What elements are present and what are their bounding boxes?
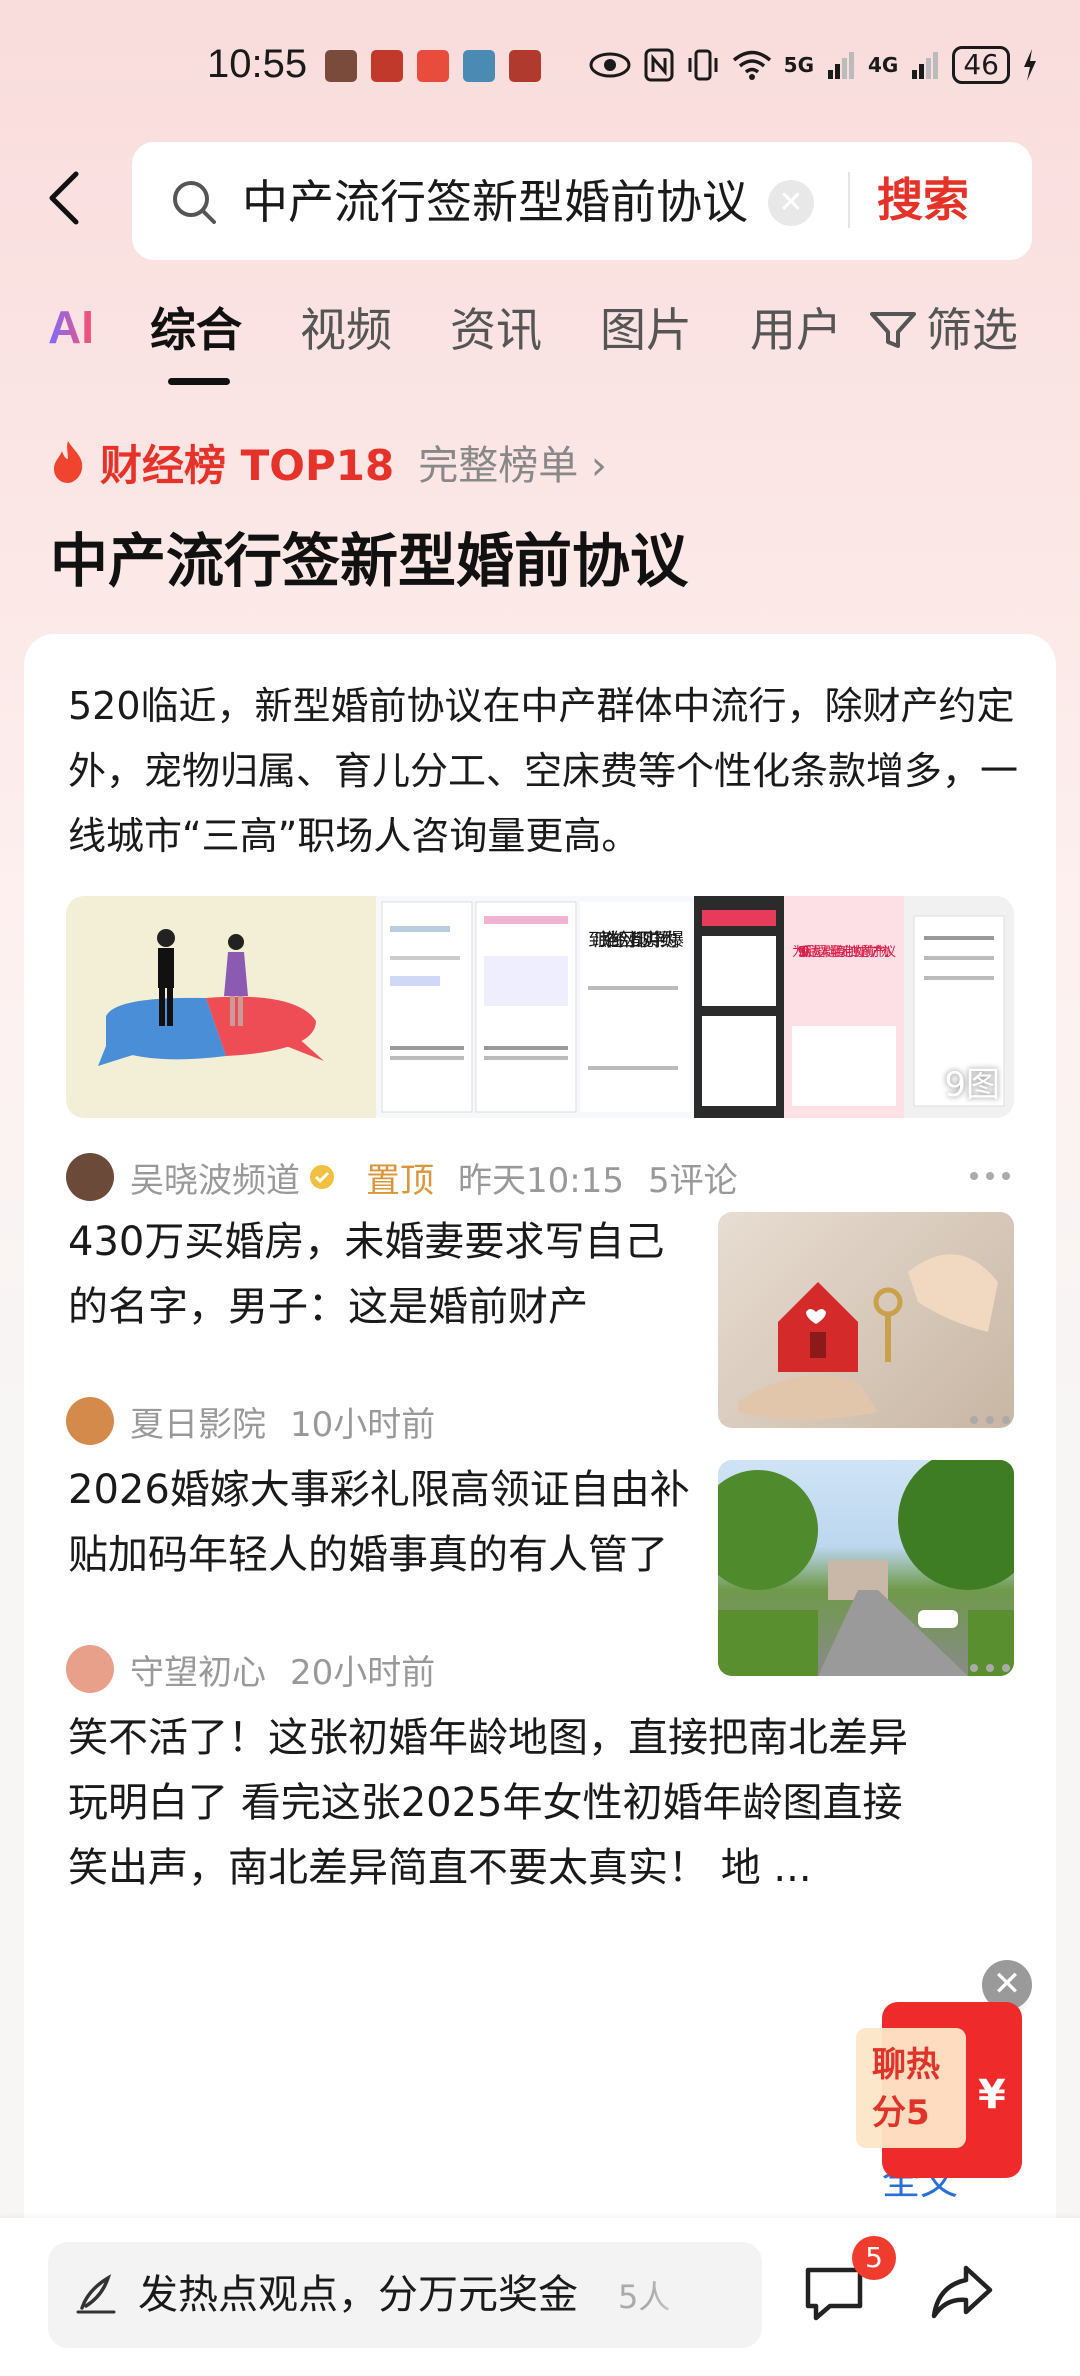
notification-icons bbox=[325, 50, 541, 82]
avatar[interactable] bbox=[66, 1645, 114, 1693]
article-thumbnail-house-img[interactable] bbox=[718, 1212, 1014, 1428]
pinned-badge: 置顶 bbox=[366, 1160, 434, 1201]
article-title[interactable]: 笑不活了！这张初婚年龄地图，直接把南北差异玩明白了 看完这张2025年女性初婚年… bbox=[68, 1706, 918, 1901]
image-gallery[interactable]: 到底谁在给网上都现实中预约爆 为95后/00后适婚人群量身定制的婚前财产协议 9… bbox=[66, 896, 1014, 1118]
red-packet-icon: 聊热 分5 ¥ bbox=[856, 2002, 1022, 2178]
tab-video[interactable]: 视频 bbox=[300, 300, 392, 360]
img3-caption: 为95后/00后适婚人群量身定制的婚前财产协议 bbox=[792, 944, 896, 960]
tab-news[interactable]: 资讯 bbox=[450, 300, 542, 360]
nfc-icon bbox=[644, 48, 674, 82]
red-app-icon-2 bbox=[509, 50, 541, 82]
camera-app-icon bbox=[417, 50, 449, 82]
article-title[interactable]: 430万买婚房，未婚妻要求写自己的名字，男子：这是婚前财产 bbox=[68, 1210, 698, 1340]
ad-symbol: ¥ bbox=[978, 2072, 1006, 2118]
filter-label: 筛选 bbox=[926, 303, 1018, 357]
more-icon[interactable] bbox=[970, 1416, 1010, 1426]
source-name[interactable]: 夏日影院 bbox=[130, 1397, 266, 1446]
tab-users[interactable]: 用户 bbox=[750, 300, 842, 360]
signal-icon bbox=[828, 52, 855, 79]
gallery-image-agreement[interactable]: 为95后/00后适婚人群量身定制的婚前财产协议 9图 bbox=[694, 896, 1014, 1118]
tab-ai[interactable]: AI bbox=[48, 300, 94, 354]
floating-red-packet[interactable]: 聊热 分5 ¥ bbox=[852, 1998, 1027, 2180]
topic-title: 中产流行签新型婚前协议 bbox=[50, 527, 689, 595]
avatar[interactable] bbox=[66, 1397, 114, 1445]
road-illustration bbox=[718, 1460, 1014, 1676]
chat-screenshots-illustration: 到底谁在给网上都现实中预约爆 bbox=[381, 901, 690, 1113]
red-app-icon bbox=[371, 50, 403, 82]
comment-input[interactable]: 发热点观点，分万元奖金 5人 bbox=[48, 2242, 762, 2348]
globe-app-icon bbox=[463, 50, 495, 82]
shield-app-icon bbox=[325, 50, 357, 82]
source-name[interactable]: 吴晓波频道 bbox=[130, 1153, 300, 1202]
eye-icon bbox=[589, 52, 631, 78]
source-name[interactable]: 守望初心 bbox=[130, 1645, 266, 1694]
rank-label: 财经榜 TOP18 bbox=[100, 440, 395, 490]
wifi-icon bbox=[732, 50, 771, 80]
tab-bar: AI 综合 视频 资讯 图片 用户 筛选 bbox=[0, 300, 1080, 390]
filter-icon bbox=[870, 312, 916, 348]
pen-icon bbox=[76, 2274, 116, 2314]
participant-count: 5人 bbox=[618, 2278, 671, 2316]
more-icon[interactable] bbox=[970, 1172, 1010, 1182]
full-list-link[interactable]: 完整榜单 › bbox=[418, 433, 607, 491]
ad-line2: 分5 bbox=[872, 2093, 930, 2133]
vibrate-icon bbox=[688, 49, 718, 81]
fire-icon bbox=[54, 441, 83, 483]
comment-placeholder: 发热点观点，分万元奖金 bbox=[138, 2272, 578, 2318]
article-thumbnail-road[interactable] bbox=[718, 1460, 1014, 1676]
system-icons: 5G 4G 46 bbox=[588, 46, 1038, 84]
article-title[interactable]: 2026婚嫁大事彩礼限高领证自由补贴加码年轻人的婚事真的有人管了 bbox=[68, 1458, 698, 1588]
search-icon bbox=[173, 181, 216, 224]
post-time: 10小时前 bbox=[290, 1404, 436, 1445]
more-icon[interactable] bbox=[970, 1664, 1010, 1674]
article-meta: 吴晓波频道 置顶 昨天10:15 5评论 bbox=[66, 1152, 738, 1202]
house-key-illustration bbox=[738, 1254, 998, 1420]
filter-button[interactable]: 筛选 bbox=[868, 300, 1018, 360]
img2-caption: 到底谁在给网上都现实中预约爆 bbox=[588, 930, 684, 951]
post-time: 20小时前 bbox=[290, 1652, 436, 1693]
status-bar: 10:55 5G 4G 46 bbox=[0, 40, 1080, 100]
charging-icon bbox=[1024, 49, 1036, 81]
network-5g: 5G bbox=[783, 53, 815, 77]
clear-icon[interactable]: ✕ bbox=[768, 180, 814, 226]
search-button[interactable]: 搜索 bbox=[877, 170, 969, 230]
comment-count[interactable]: 5评论 bbox=[648, 1153, 738, 1202]
article-meta: 夏日影院 10小时前 bbox=[66, 1396, 435, 1446]
image-count: 9图 bbox=[944, 1065, 1000, 1105]
bottom-bar: 发热点观点，分万元奖金 5人 5 bbox=[0, 2218, 1080, 2376]
verified-icon bbox=[310, 1165, 334, 1189]
post-time: 昨天10:15 bbox=[458, 1160, 624, 1201]
chevron-left-icon bbox=[49, 171, 79, 225]
rank-header[interactable]: 财经榜 TOP18 完整榜单 › bbox=[48, 432, 607, 492]
battery-indicator: 46 bbox=[952, 46, 1010, 84]
comment-badge: 5 bbox=[852, 2236, 896, 2280]
tab-comprehensive[interactable]: 综合 bbox=[150, 300, 242, 360]
article-summary[interactable]: 520临近，新型婚前协议在中产群体中流行，除财产约定外，宠物归属、育儿分工、空床… bbox=[68, 674, 1018, 869]
article-meta: 守望初心 20小时前 bbox=[66, 1644, 435, 1694]
network-4g: 4G bbox=[868, 53, 899, 77]
avatar[interactable] bbox=[66, 1153, 114, 1201]
tab-underline bbox=[168, 378, 230, 385]
share-icon[interactable] bbox=[928, 2258, 996, 2326]
status-time: 10:55 bbox=[207, 42, 308, 86]
gallery-image-couple[interactable] bbox=[66, 896, 376, 1118]
search-divider bbox=[848, 172, 850, 228]
gallery-image-screenshots[interactable]: 到底谁在给网上都现实中预约爆 bbox=[376, 896, 694, 1118]
search-box[interactable]: 中产流行签新型婚前协议 ✕ 搜索 bbox=[132, 142, 1032, 260]
couple-illustration bbox=[98, 929, 324, 1066]
tab-images[interactable]: 图片 bbox=[600, 300, 692, 360]
back-button[interactable] bbox=[40, 168, 90, 228]
ad-line1: 聊热 bbox=[872, 2045, 940, 2085]
signal-icon-2 bbox=[912, 52, 939, 79]
